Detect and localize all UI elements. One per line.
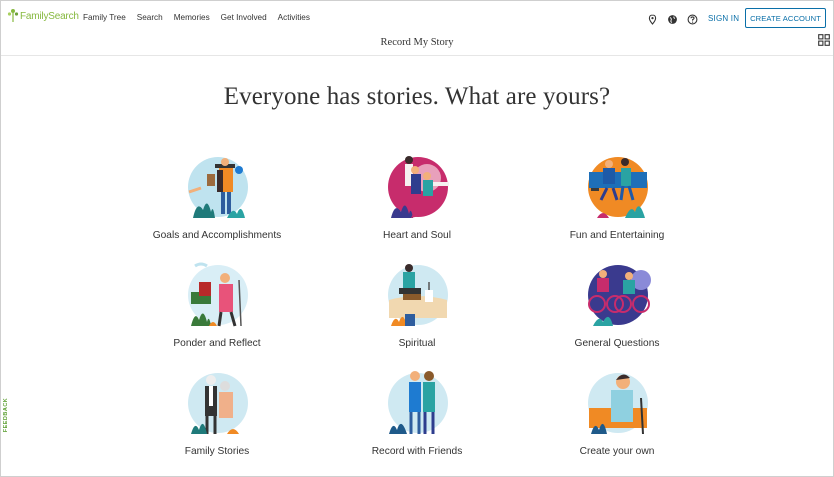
heart-illustration-icon (388, 156, 449, 218)
spiritual-illustration-icon (388, 264, 448, 326)
fun-illustration-icon (588, 157, 648, 218)
header-divider (1, 55, 833, 56)
topic-spiritual[interactable]: Spiritual (317, 260, 517, 360)
topic-label: Create your own (579, 446, 655, 457)
topic-label: Family Stories (184, 446, 250, 457)
app-grid-icon[interactable] (818, 34, 830, 46)
nav-memories[interactable]: Memories (174, 13, 210, 22)
topic-fun[interactable]: Fun and Entertaining (517, 152, 717, 252)
topic-record-friends[interactable]: Record with Friends (317, 368, 517, 468)
topic-label: Ponder and Reflect (173, 338, 261, 349)
topic-label: Spiritual (398, 338, 436, 349)
topic-label: Fun and Entertaining (569, 230, 665, 241)
topic-label: General Questions (574, 338, 660, 349)
help-icon[interactable] (687, 12, 698, 25)
topic-create-own[interactable]: Create your own (517, 368, 717, 468)
page-headline: Everyone has stories. What are yours? (223, 83, 611, 110)
main-nav: Family Tree Search Memories Get Involved… (83, 13, 310, 22)
questions-illustration-icon (588, 265, 651, 326)
family-illustration-icon (188, 373, 248, 434)
topic-ponder[interactable]: Ponder and Reflect (117, 260, 317, 360)
brand-name: FamilySearch (20, 11, 79, 22)
goals-illustration-icon (188, 157, 248, 218)
tree-logo-icon (7, 9, 19, 22)
familysearch-logo[interactable]: FamilySearch (7, 8, 79, 22)
nav-search[interactable]: Search (137, 13, 163, 22)
topic-label: Record with Friends (371, 446, 463, 457)
friends-illustration-icon (388, 371, 448, 434)
topic-heart-soul[interactable]: Heart and Soul (317, 152, 517, 252)
create-account-button[interactable]: CREATE ACCOUNT (745, 8, 826, 28)
feedback-label[interactable]: FEEDBACK (3, 397, 9, 433)
topic-label: Goals and Accomplishments (152, 230, 282, 241)
sign-in-link[interactable]: SIGN IN (708, 14, 739, 23)
topic-label: Heart and Soul (383, 230, 451, 241)
page-subtitle: Record My Story (380, 37, 454, 48)
nav-activities[interactable]: Activities (278, 13, 310, 22)
globe-icon[interactable] (667, 12, 678, 24)
topic-goals[interactable]: Goals and Accomplishments (117, 152, 317, 252)
nav-get-involved[interactable]: Get Involved (221, 13, 267, 22)
create-illustration-icon (588, 373, 648, 435)
topic-family-stories[interactable]: Family Stories (117, 368, 317, 468)
ponder-illustration-icon (188, 262, 248, 327)
header-icons (647, 12, 698, 25)
location-pin-icon[interactable] (647, 12, 658, 25)
topic-general-questions[interactable]: General Questions (517, 260, 717, 360)
nav-family-tree[interactable]: Family Tree (83, 13, 126, 22)
